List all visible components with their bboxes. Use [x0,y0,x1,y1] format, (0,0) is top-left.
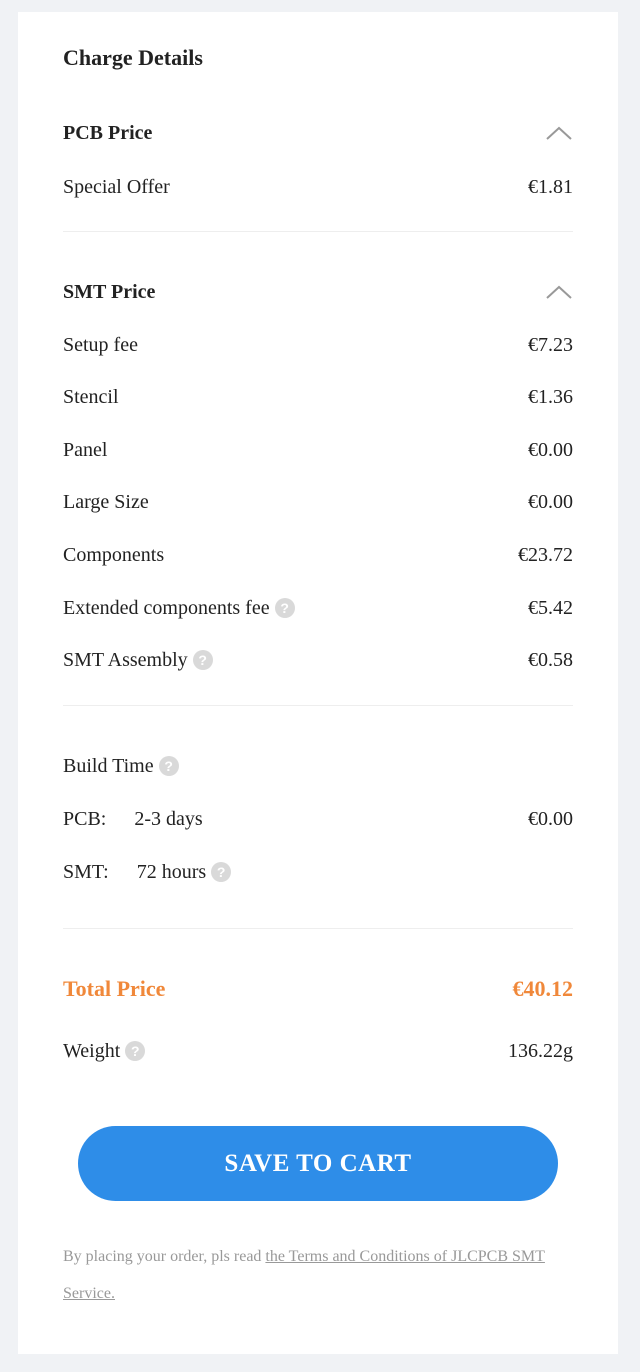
price-label: Special Offer [63,175,170,198]
build-time-smt-label: SMT: [63,860,109,883]
chevron-up-icon[interactable] [545,124,573,142]
price-value: €0.58 [528,648,573,671]
terms-notice: By placing your order, pls read the Term… [63,1238,578,1312]
help-icon[interactable]: ? [192,650,213,670]
build-time-label: Build Time [63,754,154,777]
smt-price-heading: SMT Price [63,280,156,303]
price-value: €5.42 [528,596,573,619]
total-price-label: Total Price [63,976,166,1001]
price-label: Setup fee [63,333,138,356]
divider [63,231,573,232]
divider [63,928,573,929]
help-icon[interactable]: ? [125,1041,146,1061]
help-icon[interactable]: ? [211,862,232,882]
price-value: €1.36 [528,385,573,408]
total-price-row: Total Price €40.12 [63,974,573,1004]
price-value: €7.23 [528,333,573,356]
price-row-extended-components-fee: Extended components fee ? €5.42 [63,593,573,623]
build-time-row: Build Time ? [63,751,573,781]
price-value: €1.81 [528,175,573,198]
price-row-large-size: Large Size €0.00 [63,487,573,517]
build-time-pcb-label: PCB: [63,807,107,830]
build-time-pcb-time: 2-3 days [134,807,203,830]
price-row-smt-assembly: SMT Assembly ? €0.58 [63,645,573,675]
price-label: Large Size [63,490,149,513]
weight-value: 136.22g [508,1039,573,1062]
pcb-price-heading: PCB Price [63,121,153,144]
price-label: Extended components fee [63,596,270,619]
price-value: €0.00 [528,438,573,461]
price-value: €23.72 [518,543,573,566]
price-row-panel: Panel €0.00 [63,435,573,465]
save-to-cart-button[interactable]: SAVE TO CART [78,1126,558,1201]
smt-price-header[interactable]: SMT Price [63,276,573,308]
help-icon[interactable]: ? [158,756,179,776]
price-row-special-offer: Special Offer €1.81 [63,172,573,202]
charge-details-card: Charge Details PCB Price Special Offer €… [18,12,618,1354]
price-row-setup-fee: Setup fee €7.23 [63,330,573,360]
price-label: Panel [63,438,108,461]
chevron-up-icon[interactable] [545,283,573,301]
price-label: SMT Assembly [63,648,188,671]
price-label: Components [63,543,165,566]
weight-label: Weight [63,1039,121,1062]
help-icon[interactable]: ? [274,598,295,618]
build-time-pcb-row: PCB: 2-3 days €0.00 [63,804,573,834]
weight-row: Weight ? 136.22g [63,1036,573,1066]
price-label: Stencil [63,385,119,408]
total-price-value: €40.12 [512,976,574,1001]
price-row-components: Components €23.72 [63,540,573,570]
page-title: Charge Details [63,45,203,70]
price-row-stencil: Stencil €1.36 [63,382,573,412]
terms-notice-text: By placing your order, pls read [63,1248,266,1265]
build-time-smt-row: SMT: 72 hours ? [63,857,573,887]
build-time-pcb-value: €0.00 [528,807,573,830]
pcb-price-header[interactable]: PCB Price [63,117,573,149]
price-value: €0.00 [528,490,573,513]
divider [63,705,573,706]
build-time-smt-time: 72 hours [136,860,207,883]
